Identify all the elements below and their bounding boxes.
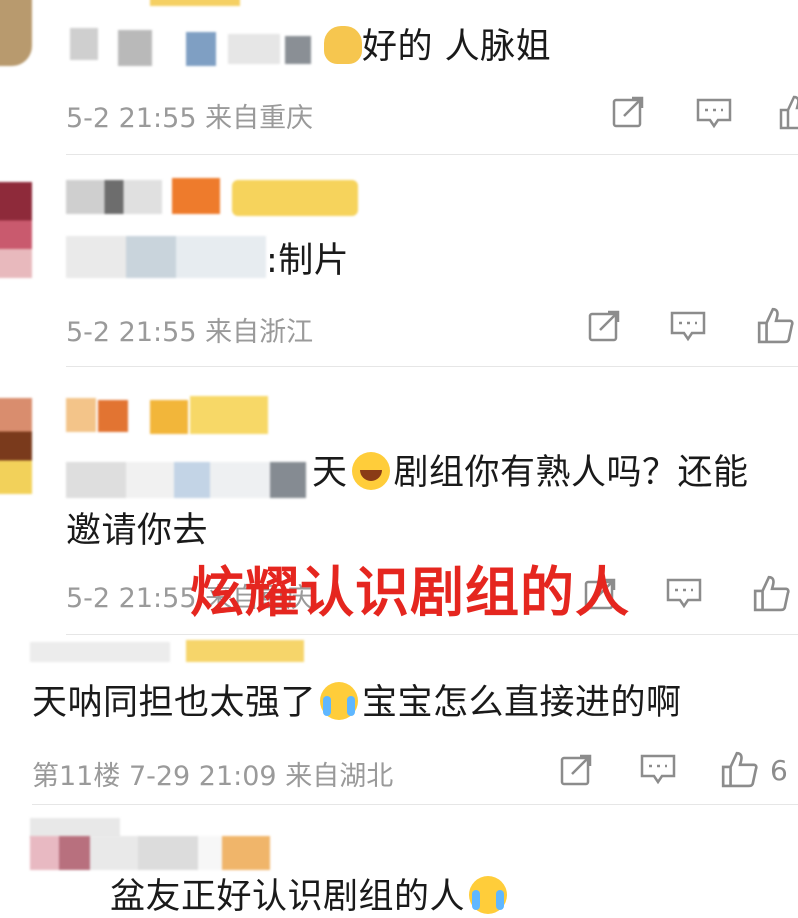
thumbs-up-icon[interactable] bbox=[756, 306, 794, 344]
comment-text: 盆友正好认识剧组的人 bbox=[110, 876, 508, 918]
avatar[interactable] bbox=[0, 398, 32, 494]
username-redacted[interactable] bbox=[30, 818, 120, 838]
avatar[interactable] bbox=[0, 0, 32, 66]
username-redacted[interactable] bbox=[66, 398, 96, 432]
crying-emoji-icon bbox=[320, 682, 359, 720]
comment-icon[interactable] bbox=[666, 578, 702, 610]
thumbs-up-icon[interactable] bbox=[720, 750, 758, 788]
emoji-icon bbox=[324, 26, 362, 64]
thumbs-up-icon[interactable] bbox=[752, 574, 790, 612]
divider bbox=[32, 804, 798, 805]
share-icon[interactable] bbox=[560, 754, 594, 786]
comment-text-line2: 邀请你去 bbox=[66, 511, 209, 551]
comment-text: 好的 人脉姐 bbox=[324, 26, 551, 68]
comment-text: 天呐同担也太强了 宝宝怎么直接进的啊 bbox=[32, 682, 682, 723]
like-count: 6 bbox=[770, 754, 788, 787]
divider bbox=[66, 154, 798, 155]
overlay-caption: 炫耀认识剧组的人 bbox=[190, 561, 630, 624]
comment-meta: 5-2 21:55 来自浙江 bbox=[66, 317, 314, 348]
comment-icon[interactable] bbox=[640, 754, 676, 786]
avatar[interactable] bbox=[0, 182, 32, 278]
crying-emoji-icon bbox=[469, 876, 508, 914]
share-icon[interactable] bbox=[588, 310, 622, 342]
username-redacted[interactable] bbox=[70, 28, 98, 60]
thumbs-up-icon[interactable] bbox=[778, 94, 798, 130]
laughing-emoji-icon bbox=[351, 452, 390, 490]
username-redacted[interactable] bbox=[30, 642, 170, 662]
comment-meta: 第11楼 7-29 21:09 来自湖北 bbox=[32, 761, 394, 792]
comment-meta: 5-2 21:55 来自重庆 bbox=[66, 103, 314, 134]
divider bbox=[66, 634, 798, 635]
share-icon[interactable] bbox=[612, 96, 646, 128]
divider bbox=[66, 366, 798, 367]
comment-icon[interactable] bbox=[696, 98, 732, 130]
comment-text: :制片 bbox=[266, 241, 350, 281]
comment-icon[interactable] bbox=[670, 311, 706, 343]
comment-text: 天剧组你有熟人吗？还能 bbox=[312, 452, 749, 493]
username-redacted[interactable] bbox=[66, 180, 162, 214]
